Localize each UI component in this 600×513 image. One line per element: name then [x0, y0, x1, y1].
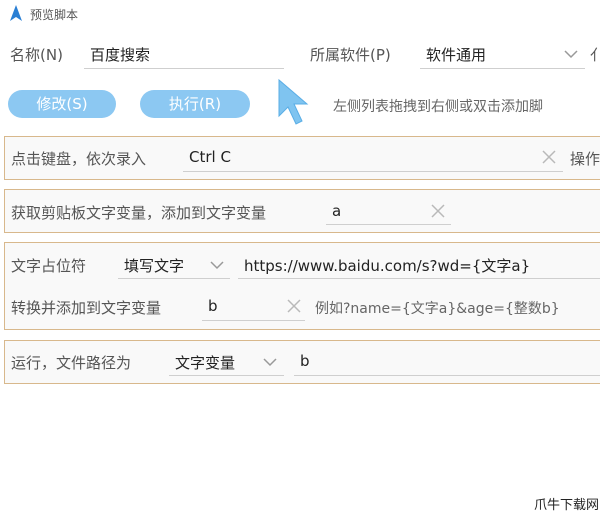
step1-operation-label: 操作: [570, 150, 600, 168]
step3-input-underline: [238, 278, 600, 279]
step3-template-input[interactable]: https://www.baidu.com/s?wd={文字a}: [244, 255, 530, 276]
window-title: 预览脚本: [30, 8, 79, 22]
chevron-down-icon[interactable]: [210, 260, 224, 270]
step2-input-underline: [326, 224, 451, 225]
step4-type-select[interactable]: 文字变量: [175, 352, 235, 373]
mouse-cursor-icon: [278, 78, 309, 125]
step4-path-input[interactable]: b: [300, 352, 310, 370]
name-input[interactable]: 百度搜索: [90, 44, 150, 65]
software-select[interactable]: 软件通用: [426, 44, 486, 65]
step4-input-underline: [294, 375, 600, 376]
step1-key-input[interactable]: Ctrl C: [189, 148, 231, 166]
header-cut-label: 亻: [590, 46, 600, 64]
step4-label: 运行，文件路径为: [11, 354, 132, 372]
step3-convert-label: 转换并添加到文字变量: [11, 299, 162, 317]
clear-icon[interactable]: [541, 149, 557, 165]
step2-label: 获取剪贴板文字变量，添加到文字变量: [11, 204, 267, 222]
clear-icon[interactable]: [286, 298, 302, 314]
app-logo-icon: [10, 5, 22, 21]
step4-select-underline: [169, 375, 284, 376]
step3-variable-underline: [202, 320, 305, 321]
step3-select-underline: [118, 278, 230, 279]
clear-icon[interactable]: [430, 203, 446, 219]
title-bar: 预览脚本: [0, 0, 600, 28]
step3-variable-input[interactable]: b: [208, 297, 218, 315]
name-label: 名称(N): [10, 46, 63, 64]
step3-label: 文字占位符: [11, 257, 87, 275]
step2-variable-input[interactable]: a: [332, 202, 341, 220]
toolbar-hint: 左侧列表拖拽到右侧或双击添加脚: [333, 99, 543, 115]
run-button[interactable]: 执行(R): [140, 90, 250, 118]
chevron-down-icon[interactable]: [263, 357, 277, 367]
modify-button[interactable]: 修改(S): [8, 90, 116, 118]
step1-label: 点击键盘，依次录入: [11, 150, 147, 168]
watermark-text: 爪牛下载网: [534, 498, 600, 513]
chevron-down-icon[interactable]: [564, 49, 578, 59]
name-input-underline: [84, 68, 284, 69]
step3-mode-select[interactable]: 填写文字: [124, 255, 184, 276]
software-select-underline: [420, 68, 585, 69]
software-label: 所属软件(P): [310, 46, 391, 64]
step3-example-hint: 例如?name={文字a}&age={整数b}: [315, 301, 560, 317]
step1-input-underline: [183, 171, 563, 172]
